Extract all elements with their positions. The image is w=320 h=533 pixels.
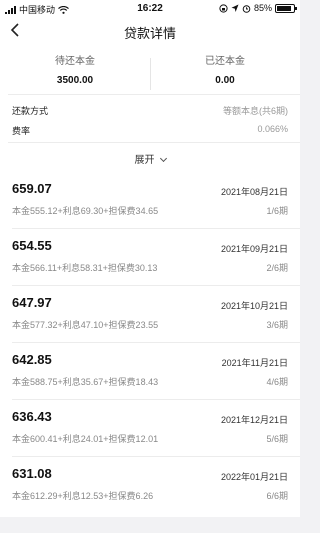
repayment-method-value: 等额本息(共6期): [223, 106, 288, 116]
installment-period: 3/6期: [266, 320, 288, 330]
installment-period: 4/6期: [266, 377, 288, 387]
installment-breakdown: 本金555.12+利息69.30+担保费34.65: [12, 206, 159, 216]
installment-period: 1/6期: [266, 206, 288, 216]
expand-label: 展开: [134, 155, 155, 166]
principal-amounts: 待还本金 3500.00 已还本金 0.00: [0, 52, 300, 90]
installment-date: 2022年01月21日: [220, 472, 288, 482]
installment-item[interactable]: 659.07 2021年08月21日 本金555.12+利息69.30+担保费3…: [0, 172, 300, 229]
location-icon: [231, 4, 239, 12]
installment-date: 2021年08月21日: [220, 187, 288, 197]
installment-amount: 636.43: [12, 409, 52, 424]
pending-principal: 待还本金 3500.00: [0, 52, 150, 86]
installment-breakdown: 本金612.29+利息12.53+担保费6.26: [12, 491, 154, 501]
status-right: 85%: [219, 3, 297, 13]
installment-item[interactable]: 654.55 2021年09月21日 本金566.11+利息58.31+担保费3…: [0, 229, 300, 286]
installment-breakdown: 本金577.32+利息47.10+担保费23.55: [12, 320, 159, 330]
installment-period: 5/6期: [266, 434, 288, 444]
installment-date: 2021年09月21日: [220, 244, 288, 254]
status-bar: 中国移动 16:22 85%: [0, 0, 300, 18]
pending-principal-label: 待还本金: [55, 56, 95, 67]
alarm-icon: [242, 4, 251, 13]
rate-value: 0.066%: [257, 124, 288, 134]
installment-breakdown: 本金566.11+利息58.31+担保费30.13: [12, 263, 158, 273]
installment-item[interactable]: 631.08 2022年01月21日 本金612.29+利息12.53+担保费6…: [0, 457, 300, 514]
repayment-method-row: 还款方式 等额本息(共6期): [12, 104, 288, 118]
installment-period: 2/6期: [266, 263, 288, 273]
divider: [8, 94, 300, 95]
installment-amount: 659.07: [12, 181, 52, 196]
installment-item[interactable]: 642.85 2021年11月21日 本金588.75+利息35.67+担保费1…: [0, 343, 300, 400]
repayment-method-label: 还款方式: [12, 106, 49, 116]
installment-item[interactable]: 647.97 2021年10月21日 本金577.32+利息47.10+担保费2…: [0, 286, 300, 343]
pending-principal-value: 3500.00: [56, 75, 94, 86]
installment-date: 2021年12月21日: [220, 415, 288, 425]
battery-percent: 85%: [253, 3, 272, 13]
repaid-principal: 已还本金 0.00: [150, 52, 300, 86]
nav-bar: 贷款详情: [0, 18, 300, 44]
installment-list: 659.07 2021年08月21日 本金555.12+利息69.30+担保费3…: [0, 172, 300, 517]
rate-label: 费率: [12, 126, 31, 136]
rate-row: 费率 0.066%: [12, 124, 288, 138]
lock-rotation-icon: [219, 3, 228, 13]
installment-period: 6/6期: [266, 491, 288, 501]
battery-icon: [275, 3, 297, 13]
repaid-principal-label: 已还本金: [205, 56, 245, 67]
installment-breakdown: 本金600.41+利息24.01+担保费12.01: [12, 434, 159, 444]
installment-amount: 631.08: [12, 466, 52, 481]
expand-button[interactable]: 展开: [0, 151, 300, 166]
installment-breakdown: 本金588.75+利息35.67+担保费18.43: [12, 377, 159, 387]
page-title: 贷款详情: [123, 26, 176, 41]
installment-amount: 642.85: [12, 352, 52, 367]
chevron-down-icon: [159, 154, 167, 163]
repaid-principal-value: 0.00: [215, 75, 235, 86]
divider: [8, 142, 300, 143]
installment-item[interactable]: 636.43 2021年12月21日 本金600.41+利息24.01+担保费1…: [0, 400, 300, 457]
installment-date: 2021年11月21日: [221, 358, 288, 368]
installment-amount: 647.97: [12, 295, 52, 310]
installment-date: 2021年10月21日: [220, 301, 288, 311]
installment-amount: 654.55: [12, 238, 52, 253]
